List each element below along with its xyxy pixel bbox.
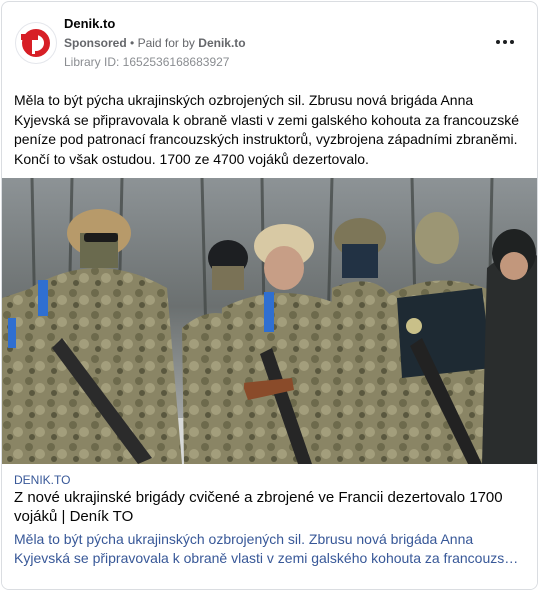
denik-to-logo xyxy=(21,29,50,57)
page-name[interactable]: Denik.to xyxy=(64,16,115,31)
paid-for-label: Paid for by xyxy=(137,36,195,50)
ad-image[interactable] xyxy=(2,178,538,464)
library-id: Library ID: 1652536168683927 xyxy=(64,55,230,69)
link-domain[interactable]: DENIK.TO xyxy=(14,473,70,487)
link-headline[interactable]: Z nové ukrajinské brigády cvičené a zbro… xyxy=(14,488,519,526)
sponsored-post-card: Denik.to Sponsored • Paid for by Denik.t… xyxy=(1,1,538,590)
post-header: Denik.to Sponsored • Paid for by Denik.t… xyxy=(2,2,537,82)
link-description[interactable]: Měla to být pýcha ukrajinských ozbrojený… xyxy=(14,530,524,568)
ad-body-text: Měla to být pýcha ukrajinských ozbrojený… xyxy=(14,92,520,167)
more-options-icon xyxy=(496,40,500,44)
separator-dot: • xyxy=(130,36,135,50)
page-avatar[interactable] xyxy=(15,22,57,64)
link-preview[interactable]: DENIK.TO Z nové ukrajinské brigády cviče… xyxy=(2,464,537,589)
more-options-button[interactable] xyxy=(492,32,518,52)
sponsored-label: Sponsored xyxy=(64,36,127,50)
payer-name[interactable]: Denik.to xyxy=(198,36,245,50)
sponsor-line: Sponsored • Paid for by Denik.to xyxy=(64,36,246,50)
